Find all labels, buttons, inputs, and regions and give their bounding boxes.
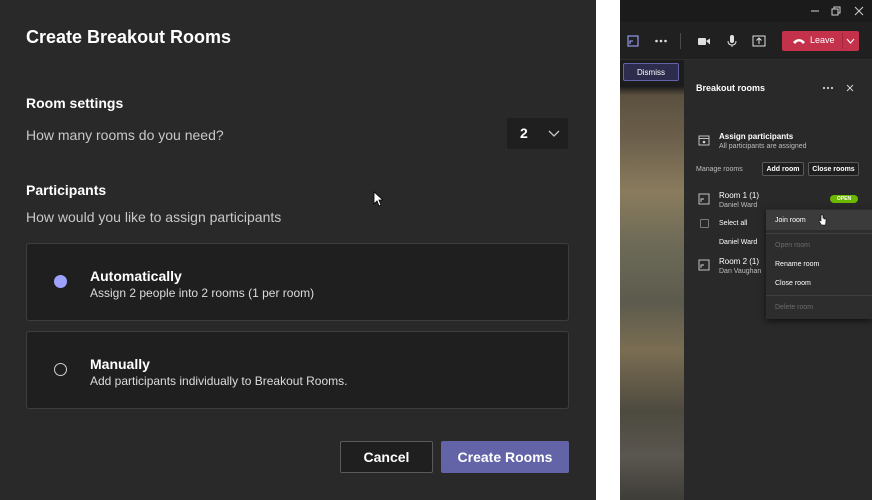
participants-heading: Participants bbox=[26, 182, 107, 198]
assign-participants-title: Assign participants bbox=[719, 132, 794, 141]
hang-up-icon bbox=[793, 39, 805, 44]
meeting-toolbar: Leave bbox=[620, 22, 872, 60]
close-panel-icon[interactable] bbox=[844, 82, 856, 94]
assign-status: All participants are assigned bbox=[719, 143, 807, 150]
share-screen-icon[interactable] bbox=[752, 34, 766, 48]
room-icon bbox=[698, 259, 710, 271]
mouse-pointer-icon bbox=[373, 191, 383, 207]
menu-item-open-room: Open room bbox=[775, 241, 811, 249]
chevron-down-icon bbox=[548, 130, 560, 137]
radio-unselected-icon[interactable] bbox=[54, 363, 67, 376]
menu-item-close-room[interactable]: Close room bbox=[766, 273, 872, 293]
manage-rooms-label: Manage rooms bbox=[696, 166, 743, 173]
menu-divider bbox=[766, 233, 872, 234]
close-rooms-button[interactable]: Close rooms bbox=[808, 162, 859, 176]
leave-button[interactable]: Leave bbox=[782, 31, 859, 51]
more-options-icon[interactable] bbox=[654, 34, 668, 48]
option-automatically[interactable]: Automatically Assign 2 people into 2 roo… bbox=[26, 243, 569, 321]
leave-split-divider bbox=[842, 33, 843, 49]
option-description: Assign 2 people into 2 rooms (1 per room… bbox=[90, 286, 315, 300]
breakout-rooms-icon[interactable] bbox=[626, 34, 640, 48]
option-description: Add participants individually to Breakou… bbox=[90, 374, 348, 388]
assign-participants-icon bbox=[698, 135, 710, 146]
create-breakout-rooms-dialog: Create Breakout Rooms Room settings How … bbox=[0, 0, 596, 500]
background-gap bbox=[596, 0, 620, 500]
room-count-dropdown[interactable]: 2 bbox=[507, 118, 568, 149]
room-count-value: 2 bbox=[520, 125, 528, 141]
add-room-button[interactable]: Add room bbox=[762, 162, 804, 176]
option-manually[interactable]: Manually Add participants individually t… bbox=[26, 331, 569, 409]
menu-divider bbox=[766, 295, 872, 296]
room-name: Room 2 (1) bbox=[719, 257, 760, 266]
chevron-down-icon[interactable] bbox=[846, 37, 855, 45]
radio-selected-icon[interactable] bbox=[54, 275, 67, 288]
room-settings-heading: Room settings bbox=[26, 95, 124, 111]
cancel-button[interactable]: Cancel bbox=[340, 441, 433, 473]
option-title: Manually bbox=[90, 356, 150, 372]
microphone-icon[interactable] bbox=[725, 34, 739, 48]
create-rooms-button[interactable]: Create Rooms bbox=[441, 441, 569, 473]
dismiss-button[interactable]: Dismiss bbox=[623, 63, 679, 81]
leave-label: Leave bbox=[810, 35, 835, 45]
dialog-title: Create Breakout Rooms bbox=[26, 27, 232, 47]
camera-icon[interactable] bbox=[697, 34, 711, 48]
status-badge: OPEN bbox=[830, 195, 858, 203]
menu-item-delete-room: Delete room bbox=[775, 303, 814, 311]
window-titlebar bbox=[620, 0, 872, 22]
participant-name: Daniel Ward bbox=[719, 239, 758, 246]
close-window-icon[interactable] bbox=[852, 4, 866, 18]
select-all-label: Select all bbox=[719, 220, 748, 227]
restore-icon[interactable] bbox=[829, 4, 843, 18]
toolbar-divider bbox=[680, 33, 681, 49]
room-member: Daniel Ward bbox=[719, 202, 758, 209]
room-name: Room 1 (1) bbox=[719, 191, 760, 200]
room-member: Dan Vaughan bbox=[719, 268, 762, 275]
hand-pointer-icon bbox=[818, 214, 827, 226]
participants-question: How would you like to assign participant… bbox=[26, 209, 282, 225]
video-feed bbox=[620, 60, 684, 500]
menu-item-rename-room[interactable]: Rename room bbox=[766, 254, 872, 274]
option-title: Automatically bbox=[90, 268, 182, 284]
panel-title: Breakout rooms bbox=[696, 83, 766, 93]
minimize-icon[interactable] bbox=[808, 4, 822, 18]
room-icon bbox=[698, 193, 710, 205]
more-options-icon[interactable] bbox=[822, 82, 834, 94]
select-all-checkbox[interactable] bbox=[700, 219, 709, 228]
rooms-question: How many rooms do you need? bbox=[26, 127, 224, 143]
